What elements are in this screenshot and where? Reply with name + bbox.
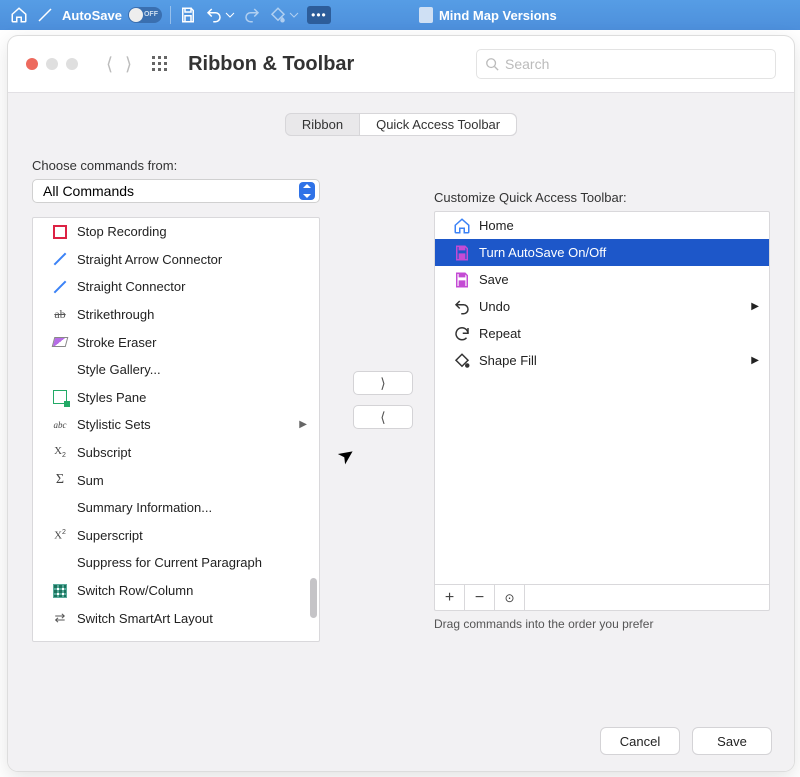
customize-qat-label: Customize Quick Access Toolbar: [434,190,770,205]
line-icon [51,278,69,296]
list-item[interactable]: Suppress for Current Paragraph [33,549,319,577]
abc-icon: abc [51,416,69,434]
sheet-body: Ribbon Quick Access Toolbar Choose comma… [8,92,794,771]
list-item[interactable]: Stroke Eraser [33,328,319,356]
separator [170,6,171,24]
autosave-label: AutoSave [62,8,122,23]
list-item[interactable]: Save [435,266,769,293]
window-toolbar: ⟨ ⟩ Ribbon & Toolbar Search [8,36,794,92]
undo-dropdown-icon[interactable] [225,6,235,24]
scrollbar-thumb[interactable] [310,578,317,618]
swap-icon: ⇄ [51,609,69,627]
tab-ribbon[interactable]: Ribbon [286,114,359,135]
nav-arrows: ⟨ ⟩ [106,54,132,75]
window-controls[interactable] [26,58,78,70]
save-purple-icon [453,244,471,262]
line-icon [51,250,69,268]
select-stepper-icon [299,182,315,200]
close-icon[interactable] [26,58,38,70]
sigma-icon: Σ [51,471,69,489]
minimize-icon[interactable] [46,58,58,70]
preferences-window: ⟨ ⟩ Ribbon & Toolbar Search Ribbon Quick… [8,36,794,771]
list-item[interactable]: Shape Fill▶ [435,347,769,374]
move-buttons-column: ⟩ ⟨ [332,158,434,642]
save-icon[interactable] [179,6,197,24]
blank-icon [51,554,69,572]
zoom-icon[interactable] [66,58,78,70]
commands-listbox[interactable]: Stop RecordingStraight Arrow ConnectorSt… [32,217,320,642]
square-icon [51,223,69,241]
chevron-right-icon: ▶ [751,355,759,366]
forward-button[interactable]: ⟩ [125,54,132,75]
list-item[interactable]: ΣSum [33,466,319,494]
sup-icon: X2 [51,526,69,544]
blank-icon [51,361,69,379]
qat-column: Customize Quick Access Toolbar: HomeTurn… [434,158,770,642]
qat-listbox[interactable]: HomeTurn AutoSave On/OffSaveUndo▶RepeatS… [434,211,770,611]
eraser-icon [51,333,69,351]
remove-command-button[interactable]: ⟨ [353,405,413,429]
list-item[interactable]: Straight Connector [33,273,319,301]
strike-icon: ab [51,306,69,324]
back-button[interactable]: ⟨ [106,54,113,75]
sub-icon: X2 [51,444,69,462]
autosave-toggle[interactable]: AutoSave OFF [62,7,162,23]
list-item[interactable]: Style Gallery... [33,356,319,384]
undo-icon [453,298,471,316]
list-item[interactable]: Stop Recording [33,218,319,246]
list-item[interactable]: Repeat [435,320,769,347]
overflow-icon[interactable]: ••• [307,6,331,24]
stylespane-icon [51,388,69,406]
list-item[interactable]: Turn AutoSave On/Off [435,239,769,266]
qat-footer: + − ⊙ [435,584,769,610]
add-command-button[interactable]: ⟩ [353,371,413,395]
shape-fill-icon[interactable] [269,6,287,24]
home-icon [453,217,471,235]
title-bar: AutoSave OFF ••• Mind Map Versions [0,0,800,30]
tab-selector[interactable]: Ribbon Quick Access Toolbar [285,113,517,136]
drag-hint: Drag commands into the order you prefer [434,617,770,631]
list-item[interactable]: Home [435,212,769,239]
footer-buttons: Cancel Save [600,727,772,755]
list-item[interactable]: Straight Arrow Connector [33,246,319,274]
show-all-button[interactable] [148,52,172,76]
add-button[interactable]: + [435,585,465,611]
list-item[interactable]: X2Subscript [33,439,319,467]
remove-button[interactable]: − [465,585,495,611]
save-button[interactable]: Save [692,727,772,755]
shape-fill-dropdown-icon[interactable] [289,6,299,24]
list-item[interactable]: abStrikethrough [33,301,319,329]
gridblue-icon [51,582,69,600]
options-button[interactable]: ⊙ [495,585,525,611]
commands-column: Choose commands from: All Commands Stop … [32,158,332,642]
search-input[interactable]: Search [476,49,776,79]
chevron-right-icon: ▶ [299,419,307,430]
search-icon [485,57,499,71]
fill-icon [453,352,471,370]
list-item[interactable]: X2Superscript [33,522,319,550]
list-item[interactable]: ⇄Switch SmartArt Layout [33,604,319,632]
tab-quick-access-toolbar[interactable]: Quick Access Toolbar [359,114,516,135]
redo-icon[interactable] [243,6,261,24]
choose-commands-label: Choose commands from: [32,158,332,173]
undo-icon[interactable] [205,6,223,24]
list-item[interactable]: Undo▶ [435,293,769,320]
document-icon [419,7,433,23]
cancel-button[interactable]: Cancel [600,727,680,755]
repeat-icon [453,325,471,343]
list-item[interactable]: abcStylistic Sets▶ [33,411,319,439]
list-item[interactable]: Styles Pane [33,384,319,412]
blank-icon [51,499,69,517]
home-icon[interactable] [10,6,28,24]
command-group-select[interactable]: All Commands [32,179,320,203]
save-purple-icon [453,271,471,289]
line-tool-icon[interactable] [36,6,54,24]
chevron-right-icon: ▶ [751,301,759,312]
list-item[interactable]: Switch Row/Column [33,577,319,605]
list-item[interactable]: Summary Information... [33,494,319,522]
page-title: Ribbon & Toolbar [188,53,354,76]
document-title: Mind Map Versions [419,7,557,23]
